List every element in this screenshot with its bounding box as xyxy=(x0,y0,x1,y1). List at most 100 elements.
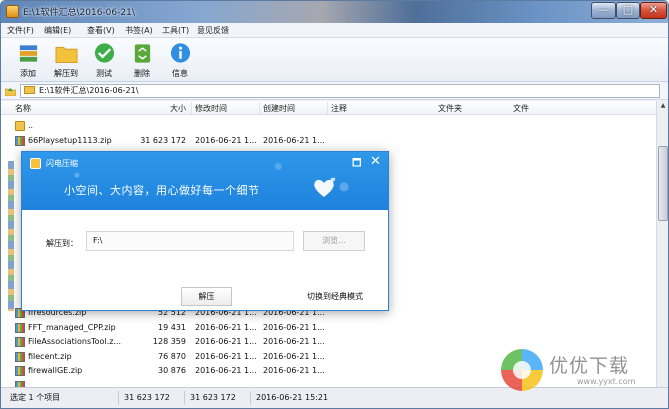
test-label: 测试 xyxy=(96,69,112,78)
file-modified: 2016-06-21 1... xyxy=(195,337,257,346)
status-size-total: 31 623 172 xyxy=(187,391,251,405)
extract-button[interactable]: 解压 xyxy=(181,287,232,306)
vertical-scrollbar[interactable]: ▲ xyxy=(656,101,668,387)
list-item-parent[interactable]: .. xyxy=(1,119,656,134)
dialog-app-icon xyxy=(30,158,41,169)
switch-classic-mode-link[interactable]: 切换到经典模式 xyxy=(307,291,363,302)
file-size: 19 431 xyxy=(158,322,186,332)
col-file[interactable]: 文件 xyxy=(513,103,529,114)
toolbar: 添加 解压到 测试 删除 信息 xyxy=(1,38,668,82)
up-folder-icon[interactable] xyxy=(5,86,16,96)
col-modified[interactable]: 修改时间 xyxy=(195,103,227,114)
heart-icon xyxy=(314,177,336,197)
file-size: 30 876 xyxy=(158,366,186,375)
list-row-icons-strip xyxy=(8,161,14,311)
folder-icon xyxy=(55,46,78,63)
zip-file-icon xyxy=(15,322,25,333)
watermark-url: www.yyxt.com xyxy=(577,377,636,386)
list-header: 名称 大小 修改时间 创建时间 注释 文件夹 文件 xyxy=(1,101,656,115)
status-size-selected: 31 623 172 xyxy=(121,391,185,405)
browse-button[interactable]: 浏览... xyxy=(303,231,365,251)
file-name: .. xyxy=(28,121,34,130)
title-bar: E:\1软件汇总\2016-06-21\ — □ ✕ xyxy=(1,1,668,23)
dialog-pin-icon[interactable]: 🗖 xyxy=(352,156,362,173)
file-created: 2016-06-21 1... xyxy=(263,351,325,361)
test-button[interactable]: 测试 xyxy=(87,41,121,81)
menu-bookmarks[interactable]: 书签(A) xyxy=(125,25,153,36)
col-folder[interactable]: 文件夹 xyxy=(438,103,462,114)
info-button[interactable]: 信息 xyxy=(163,41,197,81)
menu-edit[interactable]: 编辑(E) xyxy=(44,25,71,36)
extract-to-button[interactable]: 解压到 xyxy=(49,41,83,81)
main-window: E:\1软件汇总\2016-06-21\ — □ ✕ 文件(F) 编辑(E) 查… xyxy=(0,0,669,409)
checkmark-icon xyxy=(94,43,115,63)
column-divider[interactable] xyxy=(191,102,192,114)
status-selection: 选定 1 个项目 xyxy=(7,391,119,405)
file-name: filecent.zip xyxy=(28,351,72,361)
extract-path-input[interactable]: F:\ xyxy=(86,231,294,251)
file-name: firewallGE.zip xyxy=(28,366,83,375)
col-size[interactable]: 大小 xyxy=(170,103,186,114)
file-created: 2016-06-21 1... xyxy=(263,366,325,375)
file-size: 128 359 xyxy=(152,337,186,346)
scroll-up-icon[interactable]: ▲ xyxy=(658,102,668,113)
maximize-button[interactable]: □ xyxy=(616,2,640,19)
window-title: E:\1软件汇总\2016-06-21\ xyxy=(23,8,135,18)
file-modified: 2016-06-21 1... xyxy=(195,322,257,332)
file-size: 31 623 172 xyxy=(140,136,186,145)
column-divider[interactable] xyxy=(327,102,328,114)
address-path: E:\1软件汇总\2016-06-21\ xyxy=(39,86,139,95)
close-button[interactable]: ✕ xyxy=(640,2,667,19)
table-row[interactable]: FFT_managed_CPP.zip 19 431 2016-06-21 1.… xyxy=(1,321,656,336)
file-name: FileAssociationsTool.z... xyxy=(28,337,122,346)
file-created: 2016-06-21 1... xyxy=(263,136,325,145)
table-row[interactable]: FileAssociationsTool.z... 128 359 2016-0… xyxy=(1,335,656,350)
address-bar: E:\1软件汇总\2016-06-21\ xyxy=(1,83,668,100)
watermark-logo xyxy=(501,349,543,391)
recycle-bin-icon xyxy=(134,44,151,63)
app-icon xyxy=(6,5,19,18)
delete-button[interactable]: 删除 xyxy=(125,41,159,81)
dialog-close-button[interactable]: ✕ xyxy=(370,154,381,169)
file-modified: 2016-06-21 1... xyxy=(195,351,257,361)
add-button[interactable]: 添加 xyxy=(11,41,45,81)
info-icon xyxy=(170,43,191,63)
col-comment[interactable]: 注释 xyxy=(331,103,347,114)
table-row[interactable]: 66Playsetup1113.zip 31 623 172 2016-06-2… xyxy=(1,134,656,149)
info-label: 信息 xyxy=(172,69,188,78)
file-size: 76 870 xyxy=(158,351,186,361)
file-created: 2016-06-21 1... xyxy=(263,337,325,346)
file-modified: 2016-06-21 1... xyxy=(195,366,257,375)
parent-folder-icon xyxy=(15,121,25,131)
column-divider[interactable] xyxy=(259,102,260,114)
menu-bar: 文件(F) 编辑(E) 查看(V) 书签(A) 工具(T) 意见反馈 xyxy=(1,23,668,38)
file-created: 2016-06-21 1... xyxy=(263,322,325,332)
address-input[interactable]: E:\1软件汇总\2016-06-21\ xyxy=(20,84,660,98)
menu-tools[interactable]: 工具(T) xyxy=(162,25,189,36)
scroll-thumb[interactable] xyxy=(658,146,668,221)
zip-file-icon xyxy=(15,337,25,347)
watermark-text: 优优下载 xyxy=(549,355,630,377)
file-modified: 2016-06-21 1... xyxy=(195,136,257,145)
dialog-title: 闪电压缩 xyxy=(46,159,78,168)
watermark: 优优下载 www.yyxt.com xyxy=(501,349,668,393)
extract-dialog: 闪电压缩 🗖 ✕ 小空间、大内容，用心做好每一个细节 解压到： F:\ 浏览..… xyxy=(21,151,389,311)
menu-feedback[interactable]: 意见反馈 xyxy=(197,25,229,36)
zip-file-icon xyxy=(15,366,25,376)
minimize-button[interactable]: — xyxy=(591,2,616,19)
extract-to-label: 解压到 xyxy=(54,69,78,78)
col-name[interactable]: 名称 xyxy=(15,103,31,114)
status-date: 2016-06-21 15:21 xyxy=(256,393,329,402)
col-created[interactable]: 创建时间 xyxy=(263,103,295,114)
folder-icon xyxy=(24,86,35,94)
zip-file-icon xyxy=(15,136,25,146)
file-name: 66Playsetup1113.zip xyxy=(28,136,112,145)
dialog-header: 闪电压缩 🗖 ✕ 小空间、大内容，用心做好每一个细节 xyxy=(22,152,388,210)
menu-file[interactable]: 文件(F) xyxy=(7,25,34,36)
add-archive-icon xyxy=(19,45,38,62)
add-label: 添加 xyxy=(20,69,36,78)
file-name: FFT_managed_CPP.zip xyxy=(28,322,116,332)
extract-to-label: 解压到： xyxy=(46,239,78,248)
menu-view[interactable]: 查看(V) xyxy=(87,25,115,36)
delete-label: 删除 xyxy=(134,69,150,78)
